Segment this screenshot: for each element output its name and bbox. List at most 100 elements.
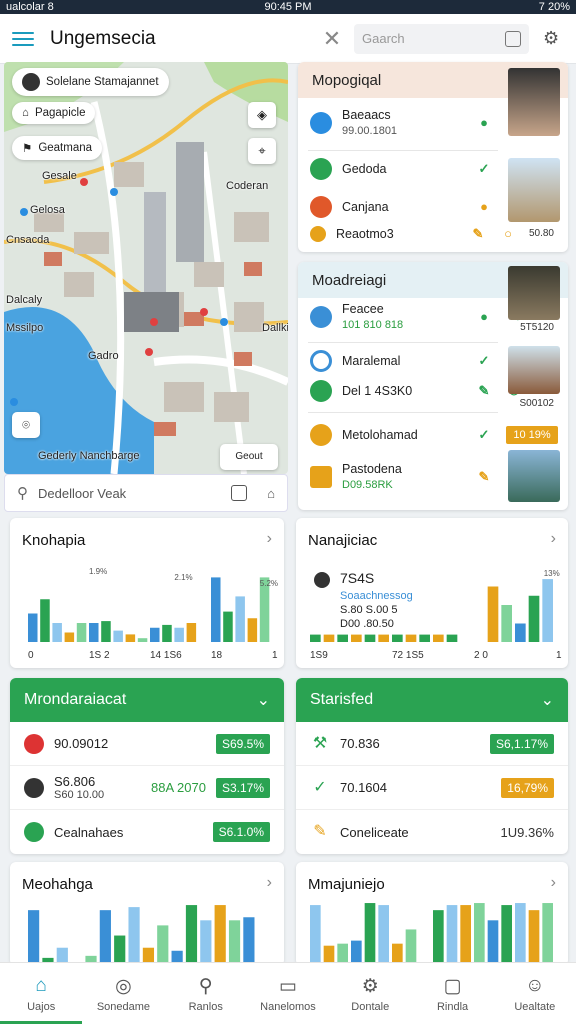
- map-label: Gadro: [88, 350, 119, 362]
- chart-bar: [487, 586, 499, 642]
- tag-icon: ✎: [478, 383, 490, 398]
- stats-row[interactable]: 90.09012 S69.5%: [10, 722, 284, 766]
- map-view[interactable]: Solelane Stamajannet ⌂ Pagapicle ⚑ Geatman…: [4, 62, 288, 474]
- nav-wallet[interactable]: ▭ Nanelomos: [247, 963, 329, 1024]
- expand-icon[interactable]: [231, 485, 248, 501]
- hamburger-menu-icon[interactable]: [12, 28, 34, 50]
- search-input[interactable]: Gaarch: [354, 23, 529, 54]
- building-thumbnail[interactable]: [508, 346, 560, 394]
- chart-bar: [474, 903, 485, 966]
- search-placeholder: Gaarch: [362, 31, 405, 46]
- chart-tick-label: 14 1S6: [150, 650, 182, 661]
- avatar: [310, 196, 332, 218]
- check-icon[interactable]: ✓: [476, 427, 492, 443]
- nav-label: Ranlos: [188, 1000, 223, 1013]
- page-title: Ungemsecia: [50, 27, 156, 49]
- list-item[interactable]: Maralemal ✓ ☑: [298, 350, 522, 372]
- map-pill-location[interactable]: Solelane Stamajannet: [12, 68, 169, 96]
- stats-card-1: Mrondaraiacat ⌄ 90.09012 S69.5% S6.806 S60…: [10, 678, 284, 854]
- chart-bar: [200, 920, 212, 966]
- list-item[interactable]: Del 1 4S3K0 ✎ ✆: [298, 380, 522, 402]
- pool-thumbnail[interactable]: [508, 450, 560, 502]
- nav-home[interactable]: ⌂ Uajos: [0, 963, 83, 1024]
- chart-bar: [128, 907, 140, 966]
- chart-bar: [515, 623, 526, 642]
- map-label: Cnsacda: [6, 234, 50, 246]
- list-item[interactable]: Gedoda ✓ ☑: [298, 158, 522, 180]
- map-label: Gederly Nanchbarge: [38, 450, 140, 462]
- thumbnail-caption: 5T5120: [520, 322, 554, 333]
- nav-search[interactable]: ⚲ Ranlos: [165, 963, 247, 1024]
- chart-bar: [28, 613, 38, 642]
- list-item-sub: D09.58RK: [342, 479, 393, 491]
- chart-data-label: 1.9%: [89, 567, 107, 576]
- list-item[interactable]: Canjana ● ✎: [298, 196, 522, 218]
- list-item-title: Baeaacs: [342, 108, 391, 122]
- chart-card-1[interactable]: Knohapia › 0 1S 2 14 1S6 18 1 1.9% 2.1% 5.2%: [10, 518, 284, 668]
- list-item-sub: 101 810 818: [342, 319, 404, 331]
- thumbnail-caption: 50.80: [528, 228, 554, 239]
- chevron-down-icon[interactable]: ⌄: [257, 690, 270, 710]
- list-item[interactable]: Feacee101 810 818 ● ✎: [298, 302, 522, 331]
- close-icon[interactable]: ✕: [320, 26, 344, 52]
- stats-row[interactable]: ⚒ 70.836 S6,1.17%: [296, 722, 568, 766]
- status-bar: ualcolar 8 90:45 PM 7 20%: [0, 0, 576, 14]
- list-item-title: Maralemal: [342, 354, 401, 368]
- chart-bar: [89, 623, 99, 642]
- stats-row[interactable]: ✎ Coneliceate 1U9.36%: [296, 810, 568, 854]
- chart-bar: [364, 903, 376, 966]
- map-out-button[interactable]: Geout: [220, 444, 278, 470]
- landmark-thumbnail[interactable]: [508, 158, 560, 222]
- room-thumbnail[interactable]: [508, 266, 560, 320]
- list-item-title: Del 1 4S3K0: [342, 384, 413, 398]
- list-item[interactable]: Baeaacs99.00.1801 ● ✎: [298, 108, 522, 137]
- check-icon[interactable]: ✓: [476, 353, 492, 369]
- chart-card-3[interactable]: Meohahga ›: [10, 862, 284, 966]
- list-item[interactable]: Reaotmo3 ✎ ○: [298, 226, 516, 242]
- home-icon: ⌂: [35, 974, 47, 996]
- nav-messages[interactable]: ▢ Rindla: [411, 963, 493, 1024]
- list-card-top: Mopogiqal Baeaacs99.00.1801 ● ✎ Gedoda ✓…: [298, 62, 568, 252]
- stats-label: 90.09012: [54, 736, 109, 751]
- stats-row[interactable]: Cealnahaes S6.1.0%: [10, 810, 284, 854]
- stats-header[interactable]: Starisfed ⌄: [296, 678, 568, 722]
- stats-badge: S6,1.17%: [489, 733, 554, 754]
- list-item[interactable]: PastodenaD09.58RK ✎ ☐: [298, 462, 522, 491]
- chart-tick-label: 0: [28, 650, 34, 661]
- list-item-title: Gedoda: [342, 162, 387, 176]
- list-item[interactable]: Metolohamad ✓ ✎: [298, 424, 522, 446]
- chart-card-4[interactable]: Mmajuniejo ›: [296, 862, 568, 966]
- stats-row[interactable]: ✓ 70.1604 16,79%: [296, 766, 568, 810]
- map-pill-category[interactable]: ⚑ Geatmana: [12, 136, 103, 160]
- nav-settings[interactable]: ⚙ Dontale: [329, 963, 411, 1024]
- layers-icon[interactable]: ◈: [248, 102, 276, 128]
- stats-header[interactable]: Mrondaraiacat ⌄: [10, 678, 284, 722]
- avatar: [310, 465, 332, 488]
- chart-data-label: 5.2%: [260, 579, 278, 588]
- stats-row[interactable]: S6.806 S60 10.00 88A 2070 S3.17%: [10, 766, 284, 810]
- locate-icon[interactable]: ⌾: [12, 412, 40, 438]
- filter-icon[interactable]: ⌂: [267, 486, 275, 501]
- gear-icon[interactable]: ⚙: [543, 28, 559, 49]
- chart-bar: [76, 623, 87, 642]
- chart-bar: [405, 929, 417, 966]
- chart-svg: [310, 903, 553, 966]
- chevron-down-icon[interactable]: ⌄: [541, 690, 554, 710]
- map-pill-place[interactable]: ⌂ Pagapicle: [12, 102, 96, 124]
- expand-icon[interactable]: [505, 30, 521, 47]
- chart-card-2[interactable]: Nanajiciac › 7S4S Soaachnessog S.80 S.00…: [296, 518, 568, 668]
- nav-label: Uajos: [27, 1000, 56, 1013]
- map-out-label: Geout: [235, 451, 263, 462]
- map-search-bar[interactable]: ⚲ Dedelloor Veak ⌂: [4, 474, 288, 512]
- percent-badge: 10 19%: [506, 426, 558, 444]
- portrait-thumbnail[interactable]: [508, 68, 560, 136]
- stats-label: 70.836: [340, 736, 380, 751]
- chart-tick-label: 1: [556, 650, 562, 661]
- chart-bar: [64, 632, 75, 642]
- stats-title: Mrondaraiacat: [24, 691, 127, 708]
- nav-profile[interactable]: ☺ Uealtate: [494, 963, 576, 1024]
- chart-tick-label: 1S 2: [89, 650, 110, 661]
- check-icon[interactable]: ✓: [476, 161, 492, 177]
- compass-icon[interactable]: ⌖: [248, 138, 276, 164]
- nav-schedule[interactable]: ◎ Sonedame: [82, 963, 164, 1024]
